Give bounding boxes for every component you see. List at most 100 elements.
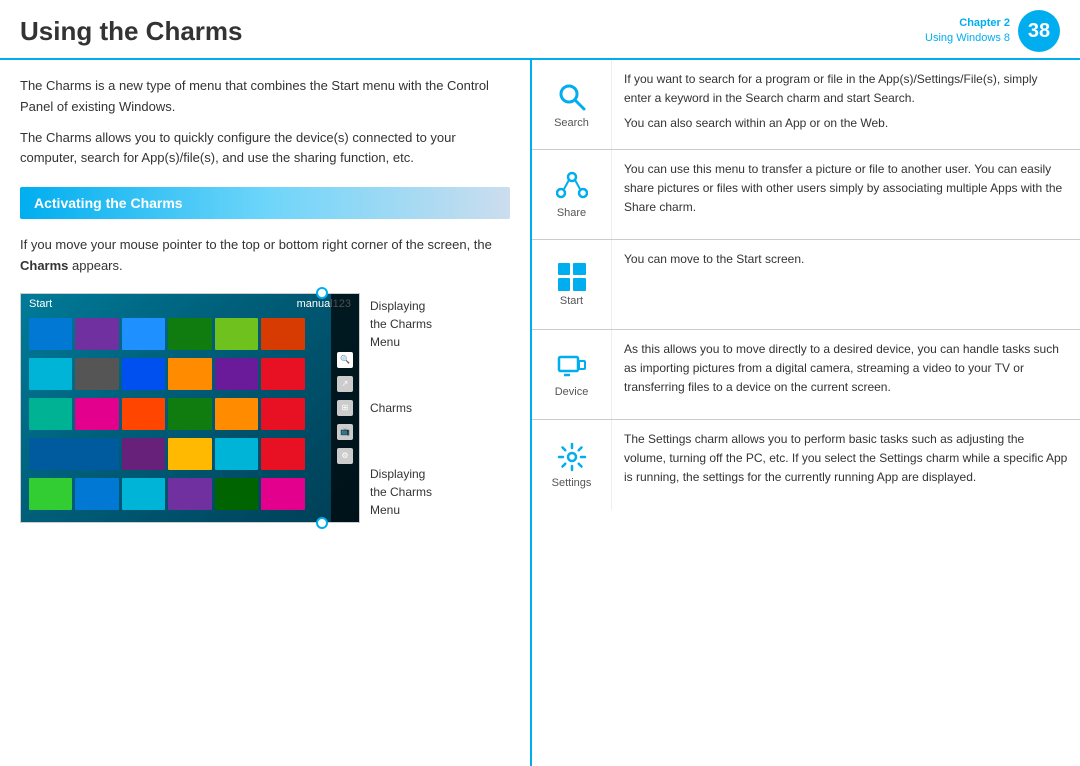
charm-desc-share: You can use this menu to transfer a pict… [624, 160, 1068, 218]
win8-tiles-row1 [21, 314, 359, 354]
main-content: The Charms is a new type of menu that co… [0, 60, 1080, 766]
charm-icon-col-start: Start [532, 240, 612, 329]
tile-3 [122, 318, 165, 350]
win-quad-4 [573, 278, 586, 291]
tile-18 [168, 398, 211, 430]
tile-32 [215, 478, 258, 510]
win8-tiles-row3 [21, 394, 359, 434]
win8-charm-start: ⊞ [337, 400, 353, 416]
charm-label-share: Share [557, 207, 586, 219]
charm-row-settings: Settings The Settings charm allows you t… [532, 420, 1080, 510]
charm-label-settings: Settings [552, 477, 592, 489]
charm-icon-col-search: Search [532, 60, 612, 149]
chapter-label: Chapter 2 [925, 16, 1010, 31]
charm-label-start: Start [560, 295, 583, 307]
settings-icon [556, 441, 588, 473]
win8-charm-device: 📺 [337, 424, 353, 440]
search-icon [556, 81, 588, 113]
chapter-text: Chapter 2 Using Windows 8 [925, 16, 1010, 47]
win8-charms-sidebar: 🔍 ↗ ⊞ 📺 ⚙ [331, 294, 359, 522]
label-charms-mid: Charms [370, 401, 432, 415]
win-quad-1 [558, 263, 571, 276]
charm-desc-settings: The Settings charm allows you to perform… [624, 430, 1068, 488]
tile-25 [215, 438, 258, 470]
top-marker-dot [316, 287, 328, 299]
tile-5 [215, 318, 258, 350]
device-icon [557, 352, 587, 382]
win-quad-3 [558, 278, 571, 291]
tile-29 [75, 478, 118, 510]
win8-charm-search: 🔍 [337, 352, 353, 368]
charm-desc-search-p1: If you want to search for a program or f… [624, 70, 1068, 108]
chapter-info: Chapter 2 Using Windows 8 38 [925, 10, 1060, 52]
start-icon [558, 263, 586, 291]
chapter-sublabel: Using Windows 8 [925, 31, 1010, 46]
intro-paragraph-1: The Charms is a new type of menu that co… [20, 76, 510, 118]
screenshot-section: Start manual123 [20, 293, 510, 523]
screenshot-wrapper: Start manual123 [20, 293, 360, 523]
tile-15 [29, 398, 72, 430]
charm-text-device: As this allows you to move directly to a… [612, 330, 1080, 419]
label-top2: the Charms [370, 317, 432, 331]
win8-tiles-row2 [21, 354, 359, 394]
charm-desc-start: You can move to the Start screen. [624, 250, 1068, 269]
label-mid: Charms [370, 401, 412, 415]
bottom-marker-dot [316, 517, 328, 529]
label-top1: Displaying [370, 299, 425, 313]
label-displaying-bot: Displaying the Charms Menu [370, 465, 432, 519]
win8-screenshot: Start manual123 [20, 293, 360, 523]
win8-start-label: Start [29, 298, 52, 310]
tile-13 [261, 358, 304, 390]
page-header: Using the Charms Chapter 2 Using Windows… [0, 0, 1080, 60]
tile-6 [261, 318, 304, 350]
charm-label-search: Search [554, 117, 589, 129]
charm-text-share: You can use this menu to transfer a pict… [612, 150, 1080, 239]
intro-paragraph-2: The Charms allows you to quickly configu… [20, 128, 510, 170]
label-top3: Menu [370, 335, 400, 349]
win8-charm-settings: ⚙ [337, 448, 353, 464]
tile-8 [29, 358, 72, 390]
win8-charm-share: ↗ [337, 376, 353, 392]
tile-30 [122, 478, 165, 510]
left-panel: The Charms is a new type of menu that co… [0, 60, 530, 766]
charm-label-device: Device [555, 386, 589, 398]
charm-row-share: Share You can use this menu to transfer … [532, 150, 1080, 240]
charms-desc-text1: If you move your mouse pointer to the to… [20, 237, 492, 252]
charm-text-search: If you want to search for a program or f… [612, 60, 1080, 149]
tile-23 [122, 438, 165, 470]
tile-20 [261, 398, 304, 430]
section-header-activating: Activating the Charms [20, 187, 510, 219]
tile-2 [75, 318, 118, 350]
share-icon [556, 171, 588, 203]
tile-10 [122, 358, 165, 390]
tile-12 [215, 358, 258, 390]
win8-tiles-row5 [21, 474, 359, 514]
charm-text-start: You can move to the Start screen. [612, 240, 1080, 329]
charm-row-device: Device As this allows you to move direct… [532, 330, 1080, 420]
chapter-badge: 38 [1018, 10, 1060, 52]
label-bot1: Displaying [370, 467, 425, 481]
charms-description: If you move your mouse pointer to the to… [20, 235, 510, 277]
page-title: Using the Charms [20, 16, 243, 47]
charm-icon-col-settings: Settings [532, 420, 612, 510]
charms-bold: Charms [20, 258, 68, 273]
tile-19 [215, 398, 258, 430]
tile-17 [122, 398, 165, 430]
charms-desc-text2: appears. [68, 258, 122, 273]
charm-row-search: Search If you want to search for a progr… [532, 60, 1080, 150]
win-quad-2 [573, 263, 586, 276]
charm-icon-col-device: Device [532, 330, 612, 419]
charm-row-start: Start You can move to the Start screen. [532, 240, 1080, 330]
tile-4 [168, 318, 211, 350]
tile-1 [29, 318, 72, 350]
tile-24 [168, 438, 211, 470]
charm-icon-col-share: Share [532, 150, 612, 239]
label-displaying-top: Displaying the Charms Menu [370, 297, 432, 351]
tile-26 [261, 438, 304, 470]
tile-22 [29, 438, 119, 470]
tile-16 [75, 398, 118, 430]
tile-28 [29, 478, 72, 510]
tile-33 [261, 478, 304, 510]
charm-text-settings: The Settings charm allows you to perform… [612, 420, 1080, 510]
label-bot3: Menu [370, 503, 400, 517]
